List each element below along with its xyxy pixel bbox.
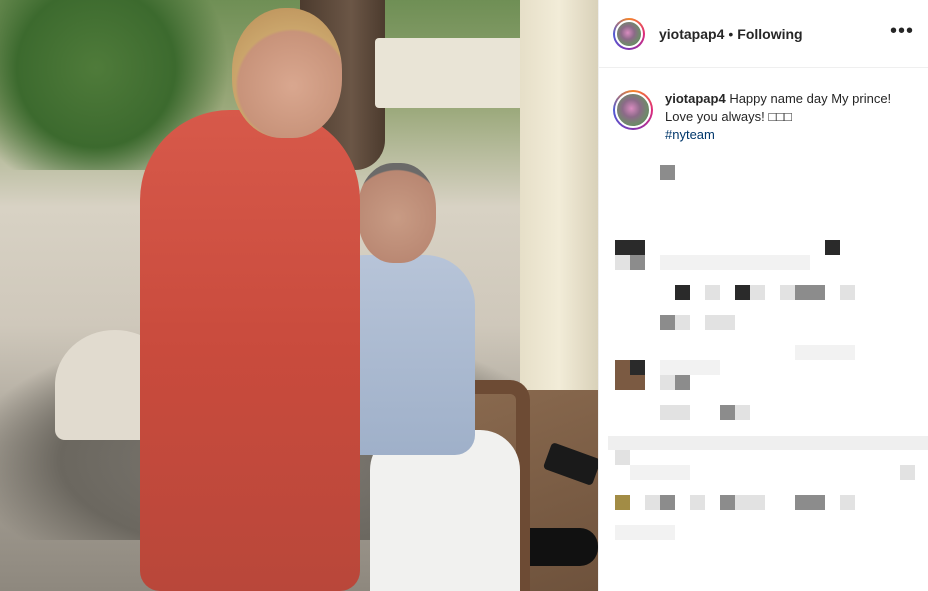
post-photo[interactable] — [0, 0, 598, 591]
header-username[interactable]: yiotapap4 — [659, 26, 724, 42]
header-separator: • — [728, 25, 734, 42]
caption-username[interactable]: yiotapap4 — [665, 91, 726, 106]
censored-block — [615, 360, 630, 375]
photo-man-head — [358, 163, 436, 263]
censored-block — [840, 285, 855, 300]
censored-block — [795, 345, 855, 360]
censored-block — [825, 240, 840, 255]
censored-block — [630, 255, 645, 270]
censored-block — [615, 525, 675, 540]
censored-block — [750, 285, 765, 300]
censored-block — [675, 405, 690, 420]
avatar-image — [615, 19, 643, 48]
caption-hashtag[interactable]: #nyteam — [665, 126, 905, 144]
censored-block — [900, 465, 915, 480]
photo-woman-head — [232, 8, 342, 138]
censored-block — [660, 165, 675, 180]
more-options-icon[interactable]: ••• — [890, 21, 914, 47]
censored-block — [615, 450, 630, 465]
censored-block — [795, 495, 825, 510]
censored-block — [675, 375, 690, 390]
post-caption: yiotapap4 Happy name day My prince! Love… — [613, 90, 913, 144]
censored-block — [735, 405, 750, 420]
censored-block — [630, 360, 645, 375]
censored-block — [660, 495, 675, 510]
censored-block — [660, 375, 675, 390]
profile-avatar[interactable] — [613, 17, 645, 50]
photo-swing-canopy — [375, 38, 535, 108]
censored-block — [720, 405, 735, 420]
photo-woman-dress — [140, 110, 360, 591]
censored-block — [735, 495, 765, 510]
censored-block — [675, 285, 690, 300]
censored-block — [615, 495, 630, 510]
censored-block — [705, 315, 735, 330]
censored-block — [660, 360, 720, 375]
caption-avatar[interactable] — [613, 90, 653, 130]
censored-block — [660, 255, 810, 270]
censored-block — [645, 495, 660, 510]
censored-block — [660, 315, 675, 330]
censored-block — [780, 285, 795, 300]
comment-divider — [608, 436, 928, 450]
censored-block — [615, 375, 645, 390]
caption-text-block: yiotapap4 Happy name day My prince! Love… — [665, 90, 905, 144]
censored-block — [735, 285, 750, 300]
censored-block — [615, 255, 630, 270]
censored-block — [615, 240, 645, 255]
post-header: yiotapap4 • Following ••• — [599, 0, 928, 68]
censored-block — [795, 285, 825, 300]
censored-block — [660, 405, 675, 420]
following-button[interactable]: Following — [737, 26, 802, 42]
censored-block — [720, 495, 735, 510]
censored-block — [630, 465, 690, 480]
censored-block — [690, 495, 705, 510]
caption-avatar-image — [615, 92, 651, 128]
censored-block — [705, 285, 720, 300]
censored-block — [840, 495, 855, 510]
censored-block — [675, 315, 690, 330]
